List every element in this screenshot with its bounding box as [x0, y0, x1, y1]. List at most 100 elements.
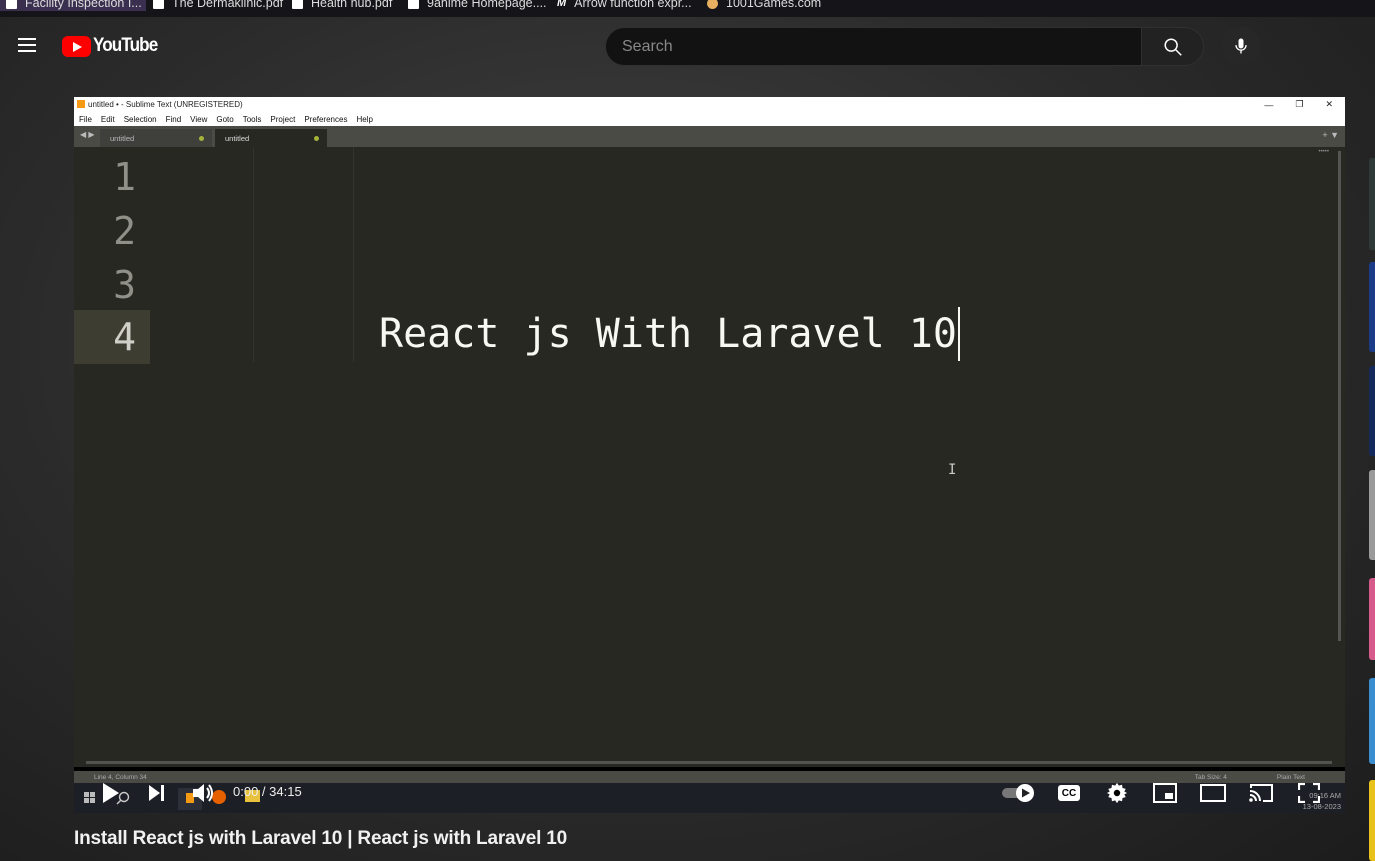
recommended-thumbnail[interactable] — [1369, 366, 1375, 456]
unsaved-dot-icon — [314, 136, 319, 141]
video-title: Install React js with Laravel 10 | React… — [74, 828, 568, 849]
minimize-icon: — — [1264, 99, 1274, 110]
autoplay-toggle[interactable] — [1000, 773, 1038, 813]
menu-item: View — [190, 114, 208, 124]
video-player[interactable]: untitled • - Sublime Text (UNREGISTERED)… — [74, 97, 1345, 813]
gear-icon — [1106, 782, 1128, 804]
bookmark-item[interactable]: The Dermaklinic.pdf — [153, 0, 283, 10]
voice-search-button[interactable] — [1221, 26, 1261, 66]
sublime-editor: 1 2 3 4 React js With Laravel 10 I ••••• — [74, 147, 1345, 767]
cc-label: CC — [1061, 787, 1077, 799]
search-input[interactable] — [622, 37, 1122, 56]
theater-icon — [1200, 784, 1226, 802]
youtube-header: YouTube — [0, 17, 1375, 75]
volume-icon — [193, 784, 213, 802]
recommended-thumbnail[interactable] — [1369, 470, 1375, 560]
theater-mode-button[interactable] — [1198, 773, 1228, 813]
document-icon — [6, 0, 17, 9]
line-number: 2 — [113, 209, 136, 253]
subtitles-button[interactable]: CC — [1054, 773, 1084, 813]
bookmark-item[interactable]: 9anime Homepage.... — [408, 0, 547, 10]
play-button[interactable] — [96, 773, 126, 813]
code-text: React js With Laravel 10 — [379, 311, 957, 357]
youtube-logo[interactable]: YouTube — [62, 35, 164, 57]
fullscreen-icon — [1298, 783, 1320, 803]
line-number-current: 4 — [74, 310, 150, 364]
volume-button[interactable] — [188, 773, 218, 813]
skip-next-icon — [149, 785, 164, 801]
tab-label: untitled — [225, 133, 250, 143]
editor-scrollbar — [1338, 151, 1341, 641]
text-cursor — [957, 307, 960, 361]
menu-item: Edit — [100, 114, 115, 124]
bookmark-item[interactable]: 1001Games.com — [707, 0, 821, 10]
menu-item: Selection — [123, 114, 157, 124]
indent-guide — [253, 147, 254, 362]
tab-label: untitled — [110, 133, 135, 143]
search-icon — [1163, 37, 1182, 56]
recommended-thumbnail[interactable] — [1369, 262, 1375, 352]
restore-icon: ❐ — [1295, 99, 1304, 109]
recommended-thumbnail[interactable] — [1369, 578, 1375, 660]
mdn-icon: M — [557, 0, 567, 9]
search-box[interactable] — [605, 27, 1142, 66]
line-number: 1 — [113, 155, 136, 199]
close-icon: ✕ — [1325, 99, 1333, 109]
line-number: 3 — [113, 263, 136, 307]
menu-item: File — [79, 114, 92, 124]
recommended-thumbnail[interactable] — [1369, 678, 1375, 764]
cast-button[interactable] — [1246, 773, 1276, 813]
code-line: React js With Laravel 10 — [379, 307, 960, 361]
logo-text: YouTube — [93, 35, 158, 56]
tab-nav-arrows-icon: ◀ ▶ — [80, 130, 95, 139]
menu-item: Find — [165, 114, 182, 124]
window-controls: — ❐ ✕ — [1264, 97, 1333, 112]
sublime-menubar: File Edit Selection Find View Goto Tools… — [74, 112, 1345, 126]
progress-bar[interactable] — [86, 761, 1332, 764]
sublime-tabbar: ◀ ▶ untitled untitled + ▼ — [74, 126, 1345, 147]
sublime-titlebar: untitled • - Sublime Text (UNREGISTERED)… — [74, 97, 1345, 112]
bookmark-label: 1001Games.com — [726, 0, 822, 10]
menu-item: Help — [356, 114, 373, 124]
time-display: 0:00 / 34:15 — [233, 784, 302, 799]
sublime-window-title: untitled • - Sublime Text (UNREGISTERED) — [88, 100, 243, 109]
menu-item: Goto — [216, 114, 234, 124]
document-icon — [153, 0, 164, 9]
bookmark-item[interactable]: Health hub.pdf — [292, 0, 392, 10]
document-icon — [292, 0, 303, 9]
bookmark-item[interactable]: Facility Inspection I... — [6, 0, 142, 10]
document-icon — [408, 0, 419, 9]
play-icon — [103, 783, 119, 803]
recommended-thumbnail[interactable] — [1369, 158, 1375, 250]
tab-controls-icon: + ▼ — [1322, 130, 1339, 140]
sublime-tab: untitled — [100, 129, 212, 147]
player-controls: 0:00 / 34:15 CC — [74, 773, 1345, 813]
line-gutter: 1 2 3 4 — [74, 147, 151, 767]
ibeam-cursor-icon: I — [948, 462, 957, 478]
unsaved-dot-icon — [199, 136, 204, 141]
bookmark-label: Health hub.pdf — [311, 0, 393, 10]
menu-item: Project — [270, 114, 296, 124]
recommended-thumbnail[interactable] — [1369, 780, 1375, 861]
cast-icon — [1249, 784, 1273, 802]
recommendations-sidebar — [1369, 150, 1375, 861]
menu-icon[interactable] — [18, 38, 36, 52]
bookmark-label: 9anime Homepage.... — [427, 0, 547, 10]
settings-button[interactable] — [1102, 773, 1132, 813]
search-button[interactable] — [1141, 27, 1204, 66]
bookmark-label: The Dermaklinic.pdf — [172, 0, 284, 10]
microphone-icon — [1235, 38, 1247, 54]
indent-guide — [353, 147, 354, 362]
fullscreen-button[interactable] — [1294, 773, 1324, 813]
miniplayer-button[interactable] — [1150, 773, 1180, 813]
next-button[interactable] — [142, 773, 172, 813]
games-icon — [707, 0, 718, 9]
bookmark-item[interactable]: M Arrow function expr... — [557, 0, 692, 10]
sublime-app-icon — [77, 100, 85, 108]
miniplayer-icon — [1153, 783, 1177, 803]
bookmark-label: Arrow function expr... — [574, 0, 692, 10]
minimap-icon: ••••• — [1318, 149, 1329, 155]
sublime-tab-active: untitled — [215, 129, 327, 147]
bookmarks-bar: Facility Inspection I... The Dermaklinic… — [0, 0, 1375, 17]
autoplay-toggle-icon — [1002, 784, 1034, 802]
